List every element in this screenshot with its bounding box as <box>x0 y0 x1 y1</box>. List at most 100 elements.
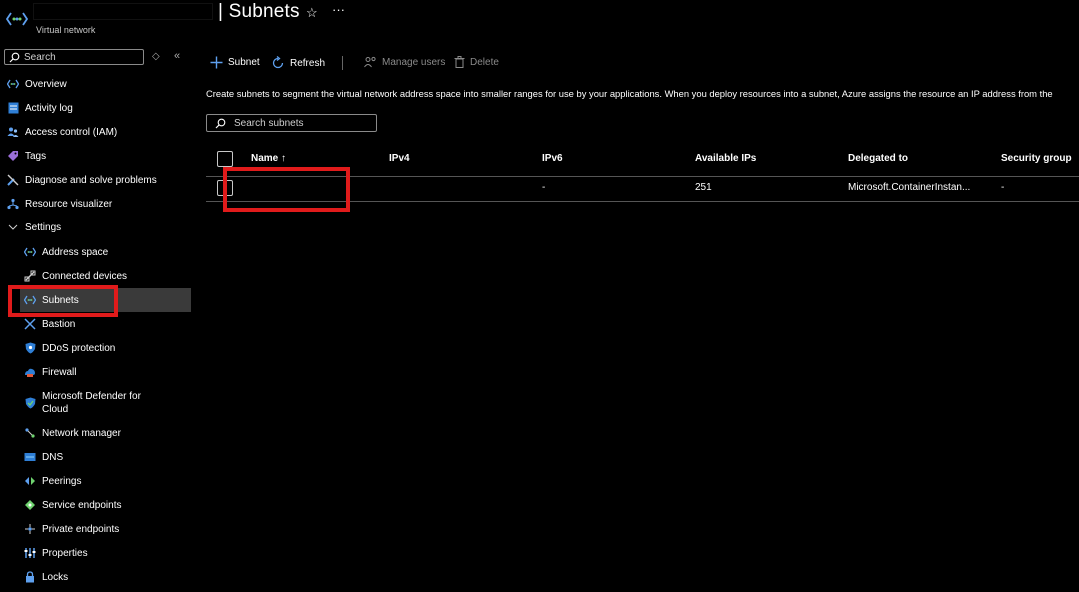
sidebar-item-label: DNS <box>42 451 64 463</box>
more-icon[interactable]: ··· <box>332 2 345 17</box>
sidebar-item-activity-log[interactable]: Activity log <box>7 99 73 117</box>
column-header-available-ips[interactable]: Available IPs <box>695 153 756 164</box>
cell-ipv6: - <box>542 182 546 193</box>
manage-users-icon <box>364 56 377 68</box>
private-endpoint-icon <box>24 523 36 535</box>
sidebar-item-label: Activity log <box>25 102 73 114</box>
sidebar-item-label: Locks <box>42 571 69 583</box>
sidebar-item-address-space[interactable]: Address space <box>24 243 108 261</box>
virtual-network-logo-icon <box>5 10 29 28</box>
cell-delegated-to: Microsoft.ContainerInstan... <box>848 182 971 193</box>
manage-users-button[interactable]: Manage users <box>364 56 445 68</box>
sidebar-item-private-endpoints[interactable]: Private endpoints <box>24 520 119 538</box>
sidebar-item-label: Diagnose and solve problems <box>25 174 157 186</box>
search-subnets-input[interactable] <box>234 117 374 129</box>
sidebar-item-service-endpoints[interactable]: Service endpoints <box>24 496 122 514</box>
highlight-box-subnets-nav <box>8 285 118 317</box>
resource-type: Virtual network <box>36 25 96 35</box>
refresh-icon <box>271 56 285 70</box>
sidebar-item-label: DDoS protection <box>42 342 116 354</box>
sidebar-item-diagnose[interactable]: Diagnose and solve problems <box>7 171 157 189</box>
peerings-icon <box>24 475 36 487</box>
search-icon <box>215 118 226 129</box>
sidebar-item-dns[interactable]: DNS <box>24 448 63 466</box>
sidebar-item-label: Bastion <box>42 318 76 330</box>
sidebar-item-label: Firewall <box>42 366 77 378</box>
sidebar-item-access-control[interactable]: Access control (IAM) <box>7 123 117 141</box>
sort-toggle-icon[interactable]: ◇ <box>152 51 160 62</box>
manage-users-label: Manage users <box>382 56 446 68</box>
address-space-icon <box>24 246 36 258</box>
add-subnet-label: Subnet <box>228 57 260 68</box>
firewall-icon <box>24 366 36 378</box>
sidebar-item-peerings[interactable]: Peerings <box>24 472 81 490</box>
defender-icon <box>24 397 36 409</box>
bastion-icon <box>24 318 36 330</box>
sidebar-item-label: Properties <box>42 547 88 559</box>
plus-icon <box>210 56 223 69</box>
sidebar-item-tags[interactable]: Tags <box>7 147 46 165</box>
subnet-search[interactable] <box>206 114 377 132</box>
dns-icon <box>24 451 36 463</box>
sidebar-item-settings[interactable]: Settings <box>7 218 61 236</box>
tag-icon <box>7 150 19 162</box>
page-description: Create subnets to segment the virtual ne… <box>206 88 1053 99</box>
visualizer-icon <box>7 198 19 210</box>
delete-label: Delete <box>470 56 499 68</box>
people-icon <box>7 126 19 138</box>
sidebar-item-defender[interactable]: Microsoft Defender for Cloud <box>24 389 152 417</box>
sidebar-item-locks[interactable]: Locks <box>24 568 68 586</box>
shield-icon <box>24 342 36 354</box>
activity-log-icon <box>7 102 19 114</box>
star-icon[interactable]: ☆ <box>306 5 318 21</box>
sidebar-item-bastion[interactable]: Bastion <box>24 315 75 333</box>
collapse-sidebar-icon[interactable]: « <box>174 50 180 62</box>
page-title: | Subnets <box>218 1 300 22</box>
refresh-button[interactable]: Refresh <box>271 56 325 70</box>
sidebar-item-network-manager[interactable]: Network manager <box>24 424 121 442</box>
redacted-resource-name <box>33 3 213 20</box>
sidebar-item-label: Overview <box>25 78 67 90</box>
sidebar-item-label: Network manager <box>42 427 121 439</box>
column-header-delegated-to[interactable]: Delegated to <box>848 153 908 164</box>
properties-icon <box>24 547 36 559</box>
sidebar-item-label: Settings <box>25 221 62 233</box>
refresh-label: Refresh <box>290 57 326 69</box>
redacted-ipv4 <box>350 180 438 195</box>
overview-icon <box>7 78 19 90</box>
sidebar-item-firewall[interactable]: Firewall <box>24 363 76 381</box>
column-header-name[interactable]: Name ↑ <box>251 153 286 164</box>
column-header-ipv4[interactable]: IPv4 <box>389 153 410 164</box>
sidebar-item-label: Tags <box>25 150 47 162</box>
service-endpoint-icon <box>24 499 36 511</box>
sidebar-item-label: Private endpoints <box>42 523 120 535</box>
sidebar-item-label: Access control (IAM) <box>25 126 118 138</box>
sidebar-search-input[interactable] <box>24 51 134 63</box>
column-header-security-group[interactable]: Security group <box>1001 153 1072 164</box>
plug-icon <box>24 270 36 282</box>
sidebar-item-label: Peerings <box>42 475 82 487</box>
select-all-checkbox[interactable] <box>217 151 233 167</box>
sidebar-item-connected-devices[interactable]: Connected devices <box>24 267 127 285</box>
sidebar-item-label: Resource visualizer <box>25 198 113 210</box>
cell-available-ips: 251 <box>695 182 712 193</box>
trash-icon <box>454 56 465 68</box>
lock-icon <box>24 571 36 583</box>
sidebar-item-label: Microsoft Defender for Cloud <box>42 391 141 415</box>
search-icon <box>9 52 20 63</box>
sidebar-item-resource-visualizer[interactable]: Resource visualizer <box>7 195 112 213</box>
sidebar-item-label: Connected devices <box>42 270 128 282</box>
sidebar-item-ddos-protection[interactable]: DDoS protection <box>24 339 115 357</box>
delete-button[interactable]: Delete <box>454 56 499 68</box>
highlight-box-subnet-name <box>223 167 350 212</box>
cell-security-group: - <box>1001 182 1005 193</box>
sidebar-item-label: Service endpoints <box>42 499 122 511</box>
column-header-ipv6[interactable]: IPv6 <box>542 153 563 164</box>
network-manager-icon <box>24 427 36 439</box>
sidebar-item-overview[interactable]: Overview <box>7 75 67 93</box>
sidebar-item-label: Address space <box>42 246 109 258</box>
sidebar-item-properties[interactable]: Properties <box>24 544 88 562</box>
add-subnet-button[interactable]: Subnet <box>210 56 260 69</box>
sidebar-search[interactable] <box>4 49 144 65</box>
toolbar-separator <box>342 56 343 70</box>
